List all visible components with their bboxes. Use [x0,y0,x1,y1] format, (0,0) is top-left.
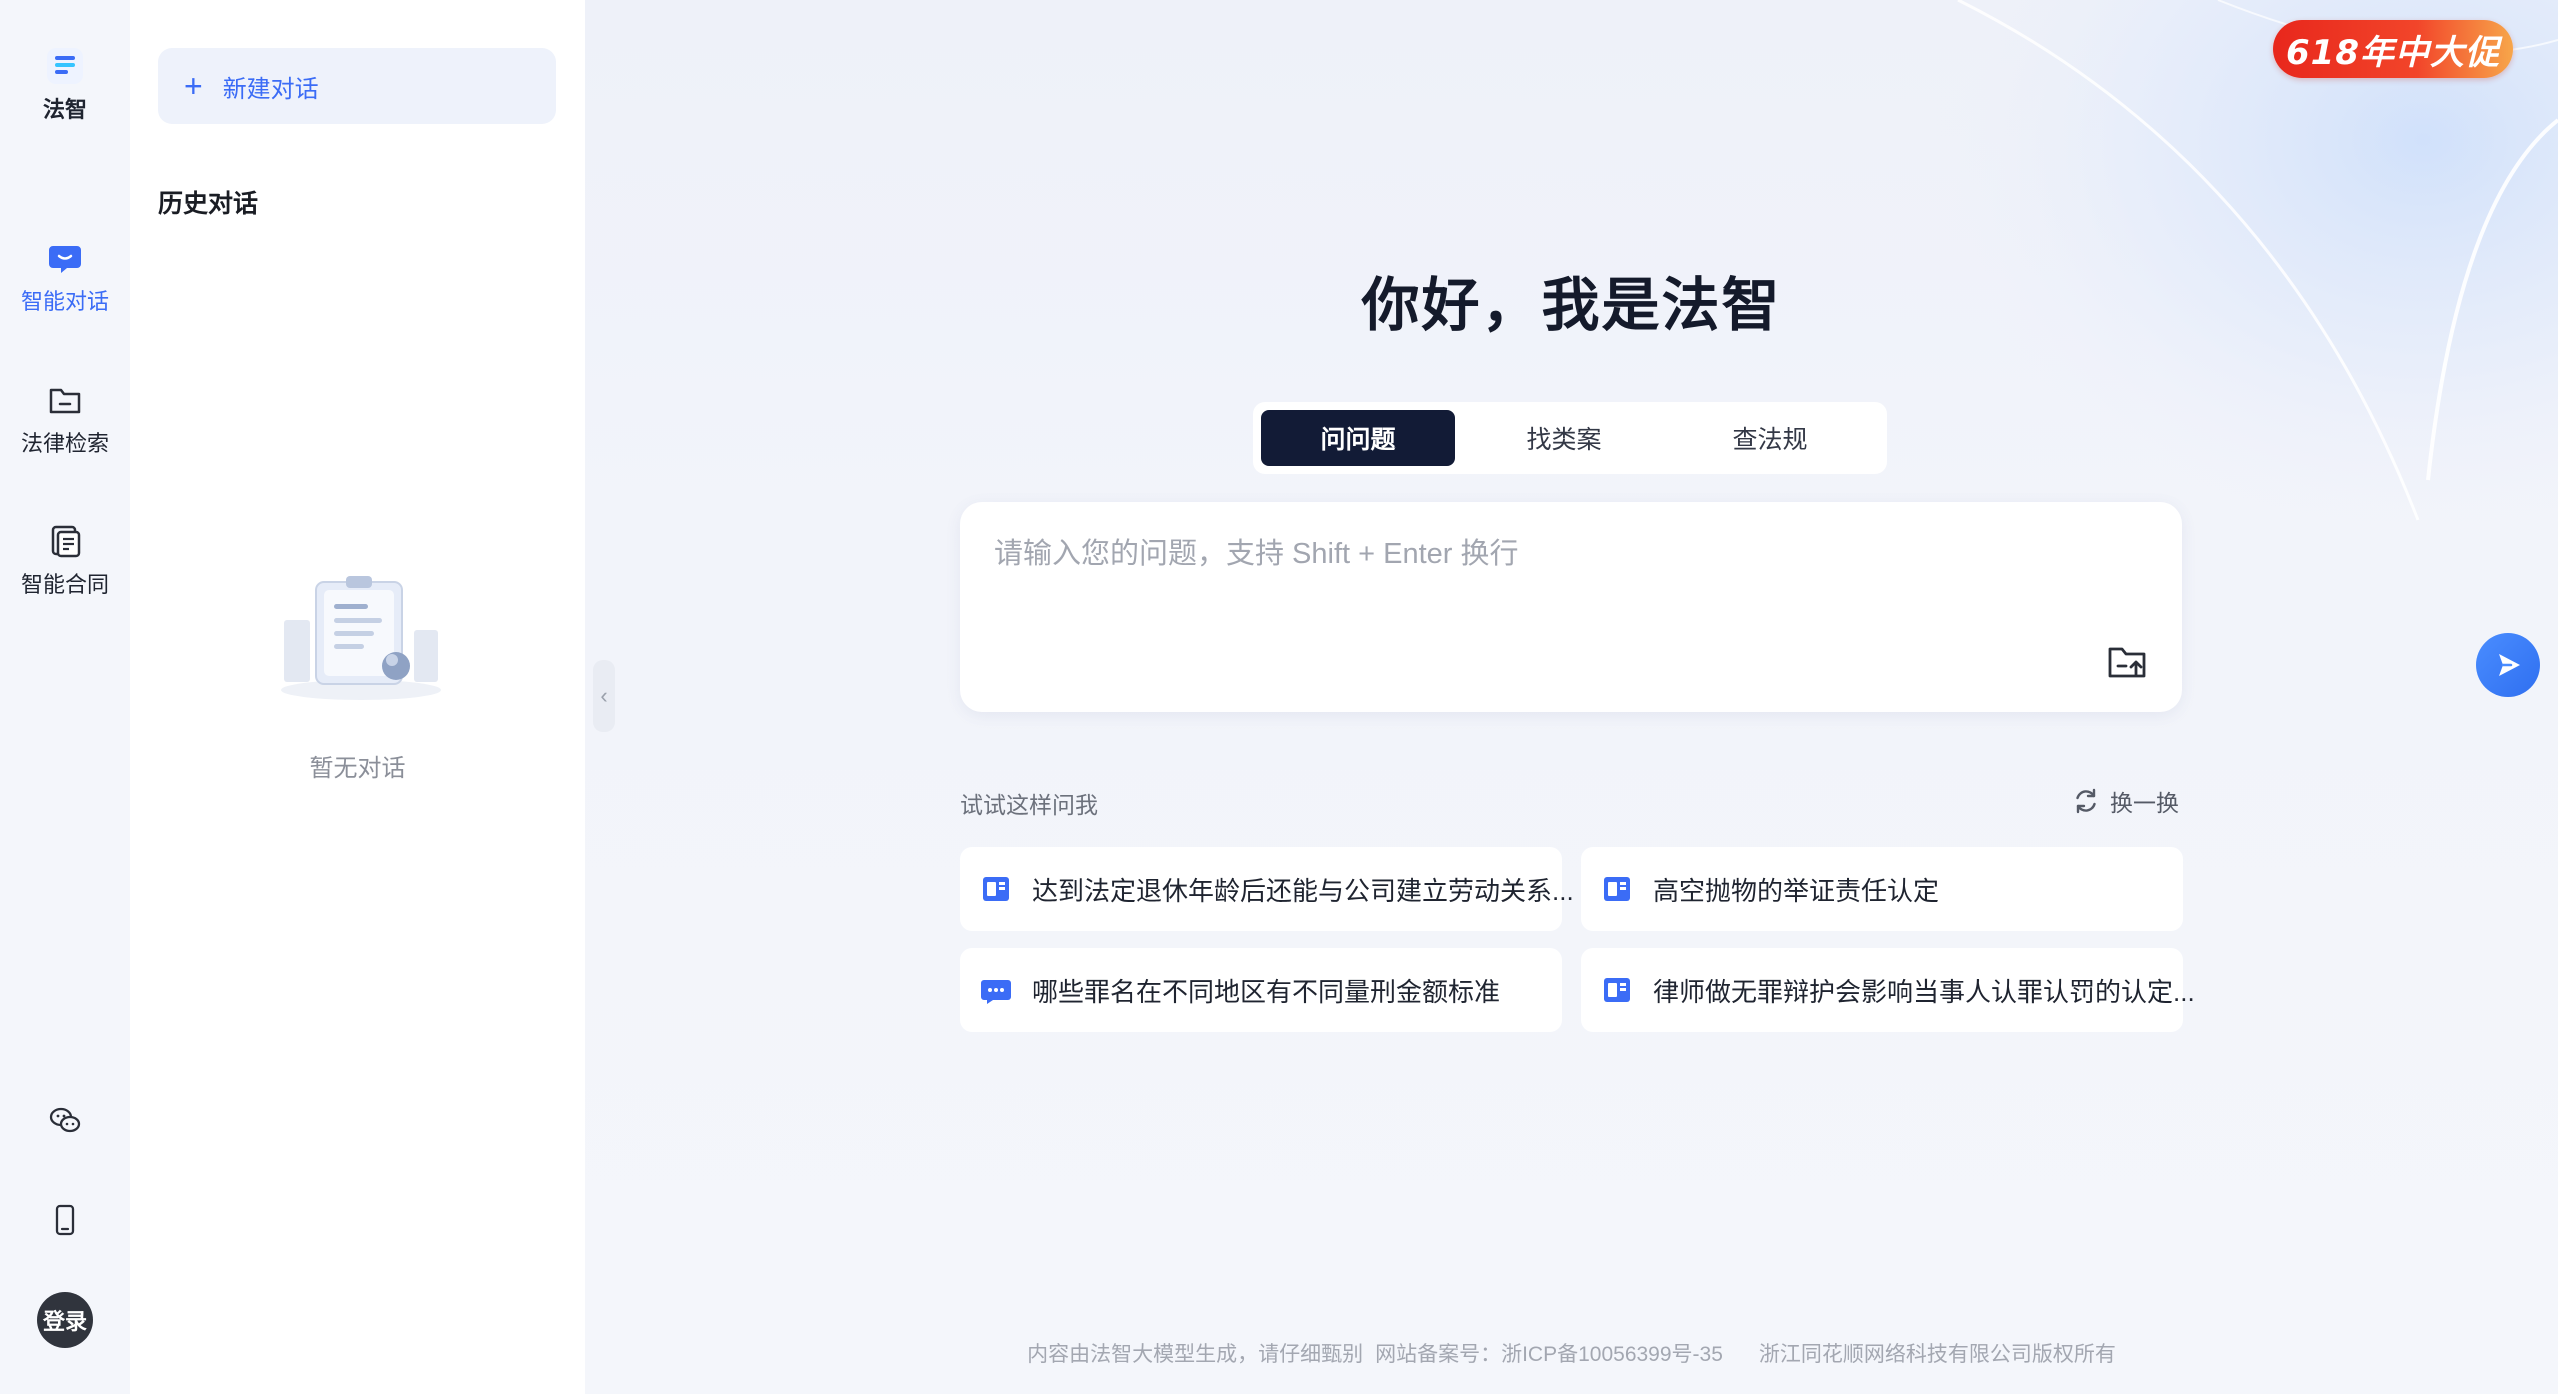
suggestion-text: 哪些罪名在不同地区有不同量刑金额标准 [1032,976,1501,1007]
upload-file-icon[interactable] [2104,638,2150,684]
refresh-label: 换一换 [2110,790,2179,816]
new-chat-button[interactable]: + 新建对话 [158,48,556,124]
collapse-sidebar-button[interactable]: ‹ [593,660,615,732]
chat-bubble-icon [45,238,85,278]
logo[interactable]: 法智 [0,46,130,124]
app-root: 法智 智能对话 法律检索 智能合同 登录 + 新建对话 历史对话 暂无对话 ‹ … [0,0,2558,1394]
main-area: ‹ 618年中大促 你好，我是法智 问问题 找类案 查法规 请输入您的问题，支持… [585,0,2558,1394]
question-input-box [960,502,2540,712]
rail-item-law-search[interactable]: 法律检索 [0,380,130,458]
tab-ask-question[interactable]: 问问题 [1261,410,1455,466]
promo-text: 618年中大促 [2286,32,2500,73]
login-button[interactable]: 登录 [37,1292,93,1348]
empty-state-illustration [276,568,446,708]
suggestion-text: 高空抛物的举证责任认定 [1653,875,1940,906]
logo-label: 法智 [42,97,87,122]
empty-history-text: 暂无对话 [309,755,406,782]
rail-item-label: 智能合同 [20,572,109,597]
rail-item-smart-contract[interactable]: 智能合同 [0,521,130,599]
footer: 内容由法智大模型生成，请仔细甄别 网站备案号：浙ICP备10056399号-35… [585,1338,2558,1368]
suggestion-card[interactable]: 达到法定退休年龄后还能与公司建立劳动关系... [960,847,1574,931]
send-button[interactable] [2476,633,2540,697]
question-input[interactable] [994,530,2144,610]
left-rail: 法智 智能对话 法律检索 智能合同 登录 [0,0,130,1394]
rail-item-label: 智能对话 [20,289,109,314]
mobile-phone-icon[interactable] [45,1200,85,1240]
send-arrow-icon [2499,654,2520,676]
logo-icon [45,46,85,86]
book-icon [1604,978,1630,1002]
ai-notice: 内容由法智大模型生成，请仔细甄别 [1027,1343,1364,1366]
book-icon [983,877,1009,901]
icp-record-link[interactable]: 网站备案号：浙ICP备10056399号-35 [1375,1338,1723,1368]
tab-find-cases[interactable]: 找类案 [1467,410,1661,466]
copyright-text: 浙江同花顺网络科技有限公司版权所有 [1758,1343,2116,1366]
history-title: 历史对话 [158,190,259,218]
folder-icon [45,380,85,420]
suggestion-text: 达到法定退休年龄后还能与公司建立劳动关系... [1032,875,1574,906]
greeting-title: 你好，我是法智 [1361,273,1782,338]
suggestion-card[interactable]: 高空抛物的举证责任认定 [1581,847,2183,931]
refresh-suggestions-button[interactable]: 换一换 [2072,784,2179,818]
contract-document-icon [45,521,85,561]
promo-banner[interactable]: 618年中大促 [2273,20,2513,78]
chat-dots-icon [981,980,1011,1004]
suggestion-card[interactable]: 律师做无罪辩护会影响当事人认罪认罚的认定... [1581,948,2195,1032]
rail-item-label: 法律检索 [20,431,109,456]
new-chat-label: 新建对话 [222,75,319,103]
try-asking-label: 试试这样问我 [960,792,1098,818]
mode-tabs: 问问题 找类案 查法规 [1253,402,1887,474]
refresh-icon [2076,788,2096,814]
book-icon [1604,877,1630,901]
chevron-left-icon: ‹ [600,683,608,708]
wechat-icon[interactable] [45,1101,85,1141]
rail-item-smart-chat[interactable]: 智能对话 [0,238,130,316]
tab-search-regulations[interactable]: 查法规 [1673,410,1867,466]
history-panel: + 新建对话 历史对话 暂无对话 [130,0,585,1394]
plus-icon: + [184,68,203,104]
suggestion-card[interactable]: 哪些罪名在不同地区有不同量刑金额标准 [960,948,1562,1032]
suggestion-text: 律师做无罪辩护会影响当事人认罪认罚的认定... [1653,976,2195,1007]
